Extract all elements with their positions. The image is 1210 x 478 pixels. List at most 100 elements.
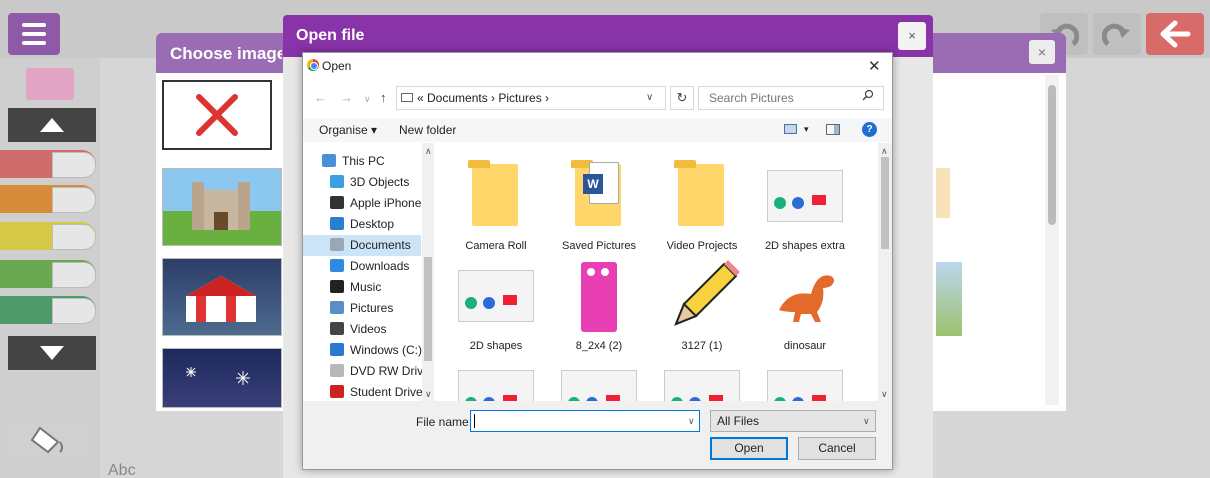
help-icon[interactable]: ? <box>862 122 877 137</box>
search-icon[interactable] <box>862 89 874 104</box>
red-x-icon <box>196 94 238 136</box>
tree-item[interactable]: Student Drive (\ <box>330 381 434 402</box>
files-scroll-down-icon[interactable]: ∨ <box>881 389 888 400</box>
image-list-scrollbar[interactable] <box>1045 75 1059 405</box>
preview-pane-icon[interactable] <box>826 124 840 135</box>
address-dropdown-icon[interactable]: ∨ <box>646 92 653 103</box>
image-thumbnail-icon <box>765 358 845 402</box>
tree-item[interactable]: Documents <box>330 234 434 255</box>
tree-item[interactable]: Downloads <box>330 255 434 276</box>
file-item-label: Video Projects <box>666 240 738 252</box>
tree-item[interactable]: Pictures <box>330 297 434 318</box>
open-file-title: Open file <box>296 27 365 44</box>
tree-item-label: 3D Objects <box>350 174 410 189</box>
tree-item[interactable]: 3D Objects <box>330 171 434 192</box>
circus-background-thumbnail[interactable] <box>162 258 282 336</box>
back-button[interactable] <box>1146 13 1204 55</box>
arrow-left-icon <box>1146 13 1204 55</box>
scroll-down-button[interactable] <box>8 336 96 370</box>
hamburger-menu-icon[interactable] <box>8 13 60 55</box>
file-item[interactable]: 2D shapes extra <box>753 158 857 252</box>
cube-icon <box>330 175 344 188</box>
file-item-label: 8_2x4 (2) <box>575 340 623 352</box>
file-type-value: All Files <box>717 414 760 428</box>
eraser-icon[interactable] <box>26 68 74 100</box>
file-item-label: 3127 (1) <box>681 340 723 352</box>
file-item-label: Camera Roll <box>465 240 527 252</box>
new-folder-button[interactable]: New folder <box>399 123 456 137</box>
choose-image-close-icon[interactable]: × <box>1029 40 1055 64</box>
open-button[interactable]: Open <box>710 437 788 460</box>
open-file-close-icon[interactable]: × <box>898 22 926 50</box>
files-scrollbar[interactable] <box>878 143 892 401</box>
cancel-button[interactable]: Cancel <box>798 437 876 460</box>
network-drive-icon <box>330 385 344 398</box>
tree-item[interactable]: DVD RW Drive ( <box>330 360 434 381</box>
text-tool-label[interactable]: Abc <box>108 462 136 478</box>
download-icon <box>330 259 344 272</box>
tree-item[interactable]: Music <box>330 276 434 297</box>
tree-item[interactable]: Videos <box>330 318 434 339</box>
file-type-dropdown-icon[interactable]: ∨ <box>863 416 870 427</box>
text-caret <box>474 414 475 428</box>
drive-icon <box>330 343 344 356</box>
address-path[interactable]: « Documents › Pictures › <box>417 91 549 105</box>
tree-scrollbar[interactable] <box>422 143 434 401</box>
file-item[interactable]: Camera Roll <box>444 158 548 252</box>
dvd-icon <box>330 364 344 377</box>
triangle-down-icon <box>40 346 64 360</box>
partial-thumbnail[interactable] <box>936 168 950 218</box>
scroll-up-button[interactable] <box>8 108 96 142</box>
file-item[interactable]: 8_2x4 (2) <box>547 258 651 352</box>
pictures-icon <box>330 301 344 314</box>
forward-arrow-icon[interactable]: → <box>340 90 353 105</box>
file-item[interactable]: 3127 (1) <box>650 258 754 352</box>
file-item[interactable]: Video Projects <box>650 158 754 252</box>
folder-icon <box>456 158 536 232</box>
image-thumbnail-icon <box>559 358 639 402</box>
file-name-dropdown-icon[interactable]: ∨ <box>688 416 695 427</box>
tree-item[interactable]: This PC <box>322 150 426 171</box>
up-arrow-icon[interactable]: ↑ <box>380 90 387 105</box>
green-marker[interactable] <box>0 260 96 288</box>
pc-icon <box>401 93 413 102</box>
file-item[interactable]: dinosaur <box>753 258 857 352</box>
castle-background-thumbnail[interactable] <box>162 168 282 246</box>
video-icon <box>330 322 344 335</box>
numberblock-image-icon <box>559 258 639 332</box>
image-thumbnail-icon <box>765 158 845 232</box>
files-scroll-up-icon[interactable]: ∧ <box>881 146 888 157</box>
tree-item[interactable]: Windows (C:) <box>330 339 434 360</box>
red-marker[interactable] <box>0 150 96 178</box>
file-item[interactable]: 2D shapes <box>444 258 548 352</box>
paint-bucket-icon[interactable] <box>10 420 92 456</box>
file-item[interactable]: W Saved Pictures <box>547 158 651 252</box>
view-icon[interactable] <box>784 124 797 134</box>
organise-menu[interactable]: Organise ▾ <box>319 123 377 137</box>
no-image-button[interactable] <box>162 80 272 150</box>
image-thumbnail-icon <box>662 358 742 402</box>
recent-chevron-icon[interactable]: ∨ <box>364 94 371 105</box>
view-dropdown-icon[interactable]: ▾ <box>804 124 809 135</box>
refresh-icon[interactable]: ↻ <box>670 86 694 110</box>
tree-item-label: Pictures <box>350 300 394 315</box>
tree-scroll-up-icon[interactable]: ∧ <box>425 146 432 157</box>
back-arrow-icon[interactable]: ← <box>314 90 327 105</box>
tree-scroll-down-icon[interactable]: ∨ <box>425 389 432 400</box>
orange-marker[interactable] <box>0 185 96 213</box>
tree-item-label: Documents <box>350 237 411 252</box>
dark-green-marker[interactable] <box>0 296 96 324</box>
partial-thumbnail[interactable] <box>936 262 962 336</box>
tree-item[interactable]: Apple iPhone <box>330 192 434 213</box>
fireworks-background-thumbnail[interactable] <box>162 348 282 408</box>
file-item-label: 2D shapes extra <box>764 240 846 252</box>
dialog-close-icon[interactable]: ✕ <box>868 57 881 75</box>
file-name-input[interactable] <box>470 410 700 432</box>
tree-item[interactable]: Desktop <box>330 213 434 234</box>
redo-button[interactable] <box>1093 13 1141 55</box>
phone-icon <box>330 196 344 209</box>
image-thumbnail-icon <box>456 258 536 332</box>
folder-word-icon: W <box>559 158 639 232</box>
tree-item-label: Videos <box>350 321 387 336</box>
yellow-marker[interactable] <box>0 222 96 250</box>
